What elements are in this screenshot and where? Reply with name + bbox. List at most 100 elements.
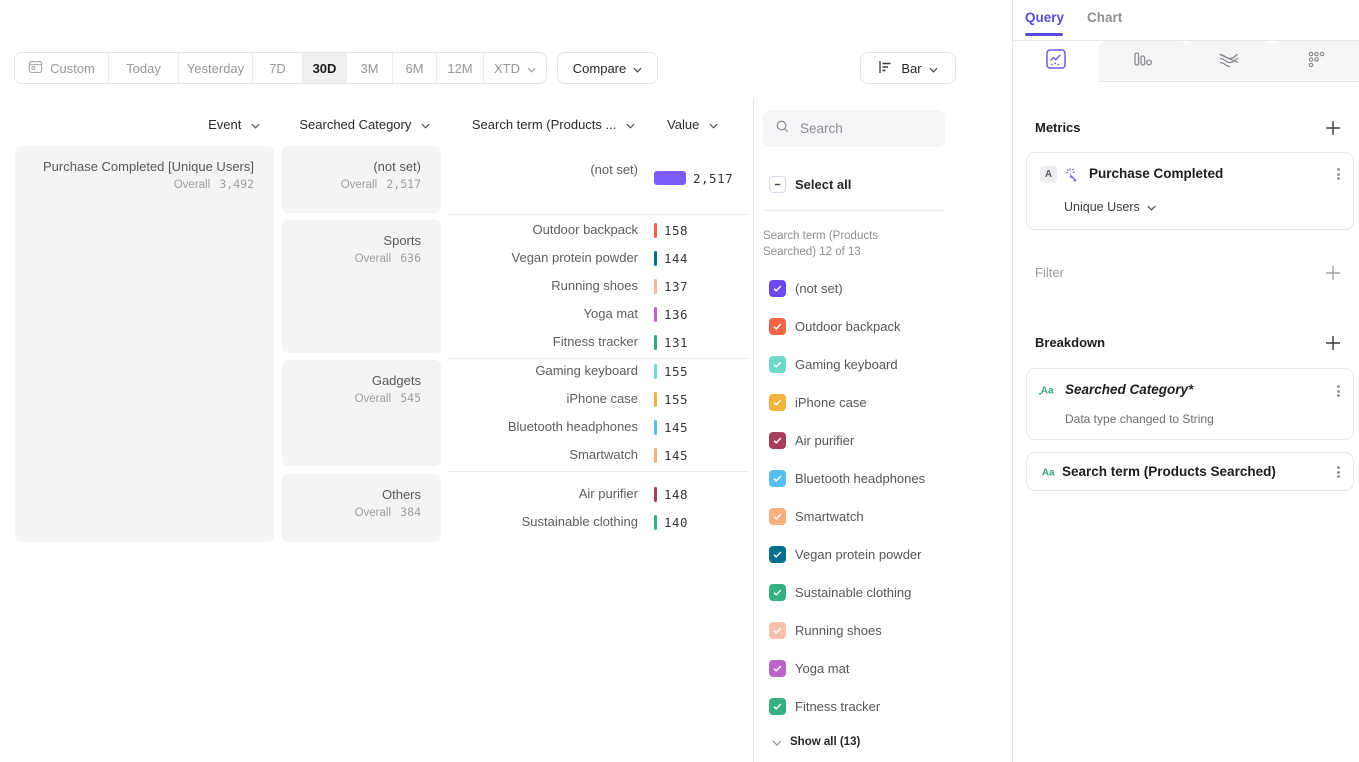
date-range-segmented-control[interactable]: Custom Today Yesterday 7D 30D 3M 6M 12M … — [14, 52, 547, 84]
category-overall-value: 545 — [400, 391, 421, 405]
chart-type-button[interactable]: Bar — [860, 52, 956, 84]
dots-grid-icon — [1304, 48, 1328, 75]
legend-item[interactable]: Air purifier — [769, 432, 854, 449]
breakdown-note: Data type changed to String — [1065, 412, 1214, 426]
bar-row-label: (not set) — [448, 160, 638, 180]
legend-item[interactable]: Outdoor backpack — [769, 318, 901, 335]
bar-glyph — [654, 392, 657, 407]
category-overall-label: Overall — [355, 253, 391, 265]
legend-search-input[interactable]: Search — [763, 110, 945, 147]
add-breakdown-button[interactable] — [1323, 333, 1343, 353]
range-today-label: Today — [126, 61, 161, 76]
select-all-checkbox[interactable]: Select all — [769, 176, 851, 193]
metric-more-options-icon[interactable] — [1330, 166, 1346, 182]
breakdown-more-options-icon[interactable] — [1330, 383, 1346, 399]
bar-row-value[interactable]: 145 — [654, 417, 688, 437]
breakdown-more-options-icon[interactable] — [1330, 464, 1346, 480]
event-block[interactable]: Purchase Completed [Unique Users] Overal… — [15, 146, 274, 542]
show-all-toggle[interactable]: Show all (13) — [772, 733, 860, 751]
search-icon — [775, 119, 790, 139]
legend-item-label: Yoga mat — [795, 661, 849, 676]
tab-query[interactable]: Query — [1025, 10, 1064, 25]
category-block-others[interactable]: Others Overall 384 — [282, 474, 441, 542]
bar-row-label: iPhone case — [448, 389, 638, 409]
bar-row-value[interactable]: 136 — [654, 304, 688, 324]
legend-item[interactable]: iPhone case — [769, 394, 867, 411]
metric-aggregation-dropdown[interactable]: Unique Users — [1064, 200, 1156, 214]
bar-row-value[interactable]: 144 — [654, 248, 688, 268]
svg-text:Aa: Aa — [1042, 468, 1055, 479]
group-separator — [448, 471, 748, 472]
bar-row-value[interactable]: 145 — [654, 445, 688, 465]
legend-item[interactable]: Smartwatch — [769, 508, 864, 525]
range-12m[interactable]: 12M — [436, 53, 483, 83]
column-header-value[interactable]: Value — [640, 116, 718, 134]
text-type-icon: Aa — [1038, 382, 1058, 401]
bar-row-value[interactable]: 155 — [654, 389, 688, 409]
tab-query-label: Query — [1025, 10, 1064, 25]
chevron-down-icon — [251, 117, 260, 132]
bar-row-number: 140 — [664, 515, 688, 530]
category-block-not-set[interactable]: (not set) Overall 2,517 — [282, 146, 441, 213]
bar-row-value[interactable]: 158 — [654, 220, 688, 240]
tab-funnel[interactable] — [1099, 41, 1186, 82]
bar-row-value[interactable]: 131 — [654, 332, 688, 352]
tab-chart[interactable]: Chart — [1087, 10, 1122, 25]
legend-item-label: Vegan protein powder — [795, 547, 921, 562]
metrics-section-title: Metrics — [1035, 120, 1081, 135]
legend-item[interactable]: Bluetooth headphones — [769, 470, 925, 487]
legend-item-label: iPhone case — [795, 395, 867, 410]
chevron-down-icon — [626, 117, 635, 132]
breakdown-card[interactable] — [1026, 368, 1354, 440]
range-custom[interactable]: Custom — [15, 53, 108, 83]
checkbox-checked-icon — [769, 508, 786, 525]
legend-item[interactable]: Vegan protein powder — [769, 546, 921, 563]
category-overall-value: 2,517 — [386, 177, 421, 191]
range-yesterday-label: Yesterday — [187, 61, 244, 76]
category-block-sports[interactable]: Sports Overall 636 — [282, 220, 441, 353]
tab-user-paths[interactable] — [1272, 41, 1359, 82]
bar-row-value[interactable]: 137 — [654, 276, 688, 296]
legend-item[interactable]: Fitness tracker — [769, 698, 880, 715]
bar-row-value[interactable]: 140 — [654, 512, 688, 532]
column-header-searched-category[interactable]: Searched Category — [270, 116, 430, 134]
bar-row-number: 136 — [664, 307, 688, 322]
chevron-down-icon — [633, 61, 642, 76]
range-3m[interactable]: 3M — [346, 53, 392, 83]
checkbox-checked-icon — [769, 356, 786, 373]
chevron-down-icon — [709, 117, 718, 132]
tab-retention[interactable] — [1186, 41, 1272, 82]
category-overall-label: Overall — [355, 507, 391, 519]
range-today[interactable]: Today — [108, 53, 178, 83]
compare-label: Compare — [573, 61, 626, 76]
legend-item[interactable]: Yoga mat — [769, 660, 849, 677]
bar-glyph — [654, 487, 657, 502]
add-filter-button[interactable] — [1323, 263, 1343, 283]
bar-row-value[interactable]: 155 — [654, 361, 688, 381]
legend-item[interactable]: Gaming keyboard — [769, 356, 898, 373]
show-all-label: Show all (13) — [790, 736, 860, 748]
bar-row-value[interactable]: 2,517 — [654, 168, 733, 188]
calendar-icon — [28, 59, 43, 77]
category-label: (not set) — [294, 158, 421, 176]
range-xtd[interactable]: XTD — [483, 53, 546, 83]
category-block-gadgets[interactable]: Gadgets Overall 545 — [282, 360, 441, 466]
tab-trend-chart[interactable] — [1013, 41, 1099, 82]
legend-item[interactable]: Running shoes — [769, 622, 882, 639]
column-header-event[interactable]: Event — [170, 116, 260, 134]
column-header-search-term-label: Search term (Products ... — [472, 117, 617, 132]
range-7d[interactable]: 7D — [252, 53, 302, 83]
column-header-search-term[interactable]: Search term (Products ... — [440, 116, 635, 134]
select-all-label: Select all — [795, 177, 851, 192]
range-yesterday[interactable]: Yesterday — [178, 53, 252, 83]
metric-letter-badge: A — [1040, 166, 1057, 183]
bar-row-number: 148 — [664, 487, 688, 502]
compare-button[interactable]: Compare — [557, 52, 658, 84]
add-metric-button[interactable] — [1323, 118, 1343, 138]
metric-card[interactable] — [1026, 152, 1354, 230]
legend-item[interactable]: Sustainable clothing — [769, 584, 911, 601]
legend-item[interactable]: (not set) — [769, 280, 843, 297]
bar-row-value[interactable]: 148 — [654, 484, 688, 504]
range-30d[interactable]: 30D — [302, 53, 346, 83]
range-6m[interactable]: 6M — [392, 53, 436, 83]
